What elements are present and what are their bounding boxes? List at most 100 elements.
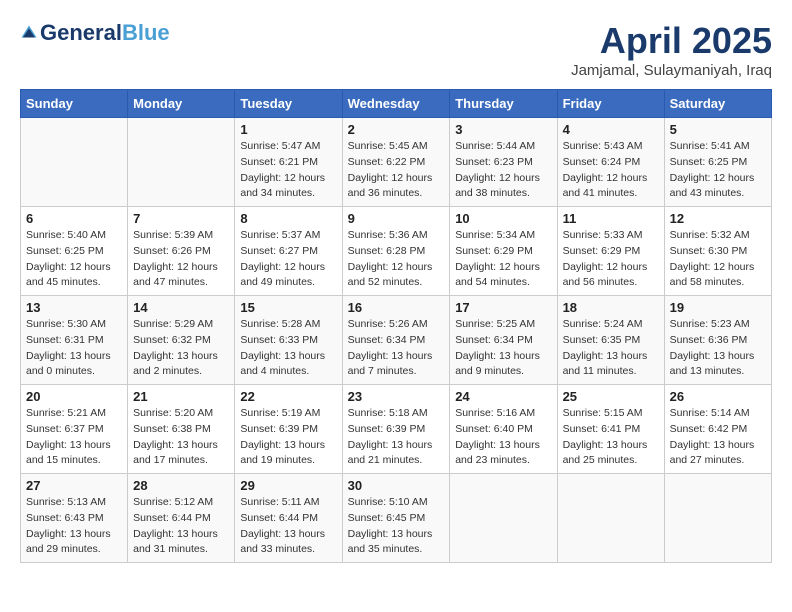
table-row: 6 Sunrise: 5:40 AMSunset: 6:25 PMDayligh… xyxy=(21,207,128,296)
day-number: 10 xyxy=(455,211,551,226)
day-number: 1 xyxy=(240,122,336,137)
table-row: 23 Sunrise: 5:18 AMSunset: 6:39 PMDaylig… xyxy=(342,385,450,474)
table-row: 11 Sunrise: 5:33 AMSunset: 6:29 PMDaylig… xyxy=(557,207,664,296)
header-thursday: Thursday xyxy=(450,90,557,118)
calendar-week-row: 6 Sunrise: 5:40 AMSunset: 6:25 PMDayligh… xyxy=(21,207,772,296)
calendar-week-row: 13 Sunrise: 5:30 AMSunset: 6:31 PMDaylig… xyxy=(21,296,772,385)
day-info: Sunrise: 5:23 AMSunset: 6:36 PMDaylight:… xyxy=(670,318,755,377)
day-info: Sunrise: 5:47 AMSunset: 6:21 PMDaylight:… xyxy=(240,140,325,199)
day-number: 30 xyxy=(348,478,445,493)
day-info: Sunrise: 5:10 AMSunset: 6:45 PMDaylight:… xyxy=(348,496,433,555)
calendar-table: Sunday Monday Tuesday Wednesday Thursday… xyxy=(20,89,772,563)
calendar-title: April 2025 xyxy=(571,20,772,62)
table-row: 2 Sunrise: 5:45 AMSunset: 6:22 PMDayligh… xyxy=(342,118,450,207)
header-monday: Monday xyxy=(128,90,235,118)
table-row xyxy=(450,474,557,563)
calendar-week-row: 20 Sunrise: 5:21 AMSunset: 6:37 PMDaylig… xyxy=(21,385,772,474)
day-info: Sunrise: 5:26 AMSunset: 6:34 PMDaylight:… xyxy=(348,318,433,377)
table-row: 30 Sunrise: 5:10 AMSunset: 6:45 PMDaylig… xyxy=(342,474,450,563)
day-info: Sunrise: 5:14 AMSunset: 6:42 PMDaylight:… xyxy=(670,407,755,466)
table-row: 22 Sunrise: 5:19 AMSunset: 6:39 PMDaylig… xyxy=(235,385,342,474)
day-number: 6 xyxy=(26,211,122,226)
day-number: 18 xyxy=(563,300,659,315)
day-info: Sunrise: 5:11 AMSunset: 6:44 PMDaylight:… xyxy=(240,496,325,555)
day-number: 28 xyxy=(133,478,229,493)
day-number: 21 xyxy=(133,389,229,404)
table-row: 10 Sunrise: 5:34 AMSunset: 6:29 PMDaylig… xyxy=(450,207,557,296)
table-row: 12 Sunrise: 5:32 AMSunset: 6:30 PMDaylig… xyxy=(664,207,771,296)
day-number: 27 xyxy=(26,478,122,493)
table-row: 28 Sunrise: 5:12 AMSunset: 6:44 PMDaylig… xyxy=(128,474,235,563)
day-number: 19 xyxy=(670,300,766,315)
table-row: 27 Sunrise: 5:13 AMSunset: 6:43 PMDaylig… xyxy=(21,474,128,563)
day-number: 17 xyxy=(455,300,551,315)
day-info: Sunrise: 5:25 AMSunset: 6:34 PMDaylight:… xyxy=(455,318,540,377)
day-number: 14 xyxy=(133,300,229,315)
day-number: 11 xyxy=(563,211,659,226)
day-number: 7 xyxy=(133,211,229,226)
day-info: Sunrise: 5:44 AMSunset: 6:23 PMDaylight:… xyxy=(455,140,540,199)
table-row: 9 Sunrise: 5:36 AMSunset: 6:28 PMDayligh… xyxy=(342,207,450,296)
table-row xyxy=(21,118,128,207)
table-row xyxy=(557,474,664,563)
table-row xyxy=(128,118,235,207)
logo: GeneralBlue xyxy=(20,20,170,46)
day-info: Sunrise: 5:32 AMSunset: 6:30 PMDaylight:… xyxy=(670,229,755,288)
header-friday: Friday xyxy=(557,90,664,118)
day-number: 26 xyxy=(670,389,766,404)
header-tuesday: Tuesday xyxy=(235,90,342,118)
day-info: Sunrise: 5:16 AMSunset: 6:40 PMDaylight:… xyxy=(455,407,540,466)
day-info: Sunrise: 5:40 AMSunset: 6:25 PMDaylight:… xyxy=(26,229,111,288)
calendar-week-row: 1 Sunrise: 5:47 AMSunset: 6:21 PMDayligh… xyxy=(21,118,772,207)
day-number: 2 xyxy=(348,122,445,137)
table-row: 29 Sunrise: 5:11 AMSunset: 6:44 PMDaylig… xyxy=(235,474,342,563)
day-number: 3 xyxy=(455,122,551,137)
table-row: 1 Sunrise: 5:47 AMSunset: 6:21 PMDayligh… xyxy=(235,118,342,207)
day-info: Sunrise: 5:37 AMSunset: 6:27 PMDaylight:… xyxy=(240,229,325,288)
table-row: 8 Sunrise: 5:37 AMSunset: 6:27 PMDayligh… xyxy=(235,207,342,296)
table-row: 3 Sunrise: 5:44 AMSunset: 6:23 PMDayligh… xyxy=(450,118,557,207)
table-row: 15 Sunrise: 5:28 AMSunset: 6:33 PMDaylig… xyxy=(235,296,342,385)
table-row: 5 Sunrise: 5:41 AMSunset: 6:25 PMDayligh… xyxy=(664,118,771,207)
title-area: April 2025 Jamjamal, Sulaymaniyah, Iraq xyxy=(571,20,772,79)
day-info: Sunrise: 5:24 AMSunset: 6:35 PMDaylight:… xyxy=(563,318,648,377)
day-info: Sunrise: 5:13 AMSunset: 6:43 PMDaylight:… xyxy=(26,496,111,555)
day-number: 16 xyxy=(348,300,445,315)
calendar-header-row: Sunday Monday Tuesday Wednesday Thursday… xyxy=(21,90,772,118)
day-number: 12 xyxy=(670,211,766,226)
day-number: 15 xyxy=(240,300,336,315)
day-number: 23 xyxy=(348,389,445,404)
day-info: Sunrise: 5:28 AMSunset: 6:33 PMDaylight:… xyxy=(240,318,325,377)
day-info: Sunrise: 5:36 AMSunset: 6:28 PMDaylight:… xyxy=(348,229,433,288)
day-info: Sunrise: 5:19 AMSunset: 6:39 PMDaylight:… xyxy=(240,407,325,466)
table-row: 24 Sunrise: 5:16 AMSunset: 6:40 PMDaylig… xyxy=(450,385,557,474)
table-row: 7 Sunrise: 5:39 AMSunset: 6:26 PMDayligh… xyxy=(128,207,235,296)
day-info: Sunrise: 5:29 AMSunset: 6:32 PMDaylight:… xyxy=(133,318,218,377)
logo-icon xyxy=(20,24,38,42)
day-info: Sunrise: 5:15 AMSunset: 6:41 PMDaylight:… xyxy=(563,407,648,466)
table-row: 14 Sunrise: 5:29 AMSunset: 6:32 PMDaylig… xyxy=(128,296,235,385)
day-number: 4 xyxy=(563,122,659,137)
table-row: 16 Sunrise: 5:26 AMSunset: 6:34 PMDaylig… xyxy=(342,296,450,385)
table-row: 13 Sunrise: 5:30 AMSunset: 6:31 PMDaylig… xyxy=(21,296,128,385)
calendar-week-row: 27 Sunrise: 5:13 AMSunset: 6:43 PMDaylig… xyxy=(21,474,772,563)
day-number: 29 xyxy=(240,478,336,493)
table-row: 4 Sunrise: 5:43 AMSunset: 6:24 PMDayligh… xyxy=(557,118,664,207)
table-row: 26 Sunrise: 5:14 AMSunset: 6:42 PMDaylig… xyxy=(664,385,771,474)
day-number: 9 xyxy=(348,211,445,226)
day-info: Sunrise: 5:30 AMSunset: 6:31 PMDaylight:… xyxy=(26,318,111,377)
day-number: 5 xyxy=(670,122,766,137)
header-sunday: Sunday xyxy=(21,90,128,118)
day-number: 8 xyxy=(240,211,336,226)
day-info: Sunrise: 5:12 AMSunset: 6:44 PMDaylight:… xyxy=(133,496,218,555)
day-info: Sunrise: 5:20 AMSunset: 6:38 PMDaylight:… xyxy=(133,407,218,466)
day-info: Sunrise: 5:45 AMSunset: 6:22 PMDaylight:… xyxy=(348,140,433,199)
table-row: 17 Sunrise: 5:25 AMSunset: 6:34 PMDaylig… xyxy=(450,296,557,385)
logo-text: GeneralBlue xyxy=(40,20,170,46)
day-number: 25 xyxy=(563,389,659,404)
day-number: 20 xyxy=(26,389,122,404)
day-info: Sunrise: 5:21 AMSunset: 6:37 PMDaylight:… xyxy=(26,407,111,466)
page-header: GeneralBlue April 2025 Jamjamal, Sulayma… xyxy=(20,20,772,79)
day-info: Sunrise: 5:39 AMSunset: 6:26 PMDaylight:… xyxy=(133,229,218,288)
table-row: 20 Sunrise: 5:21 AMSunset: 6:37 PMDaylig… xyxy=(21,385,128,474)
